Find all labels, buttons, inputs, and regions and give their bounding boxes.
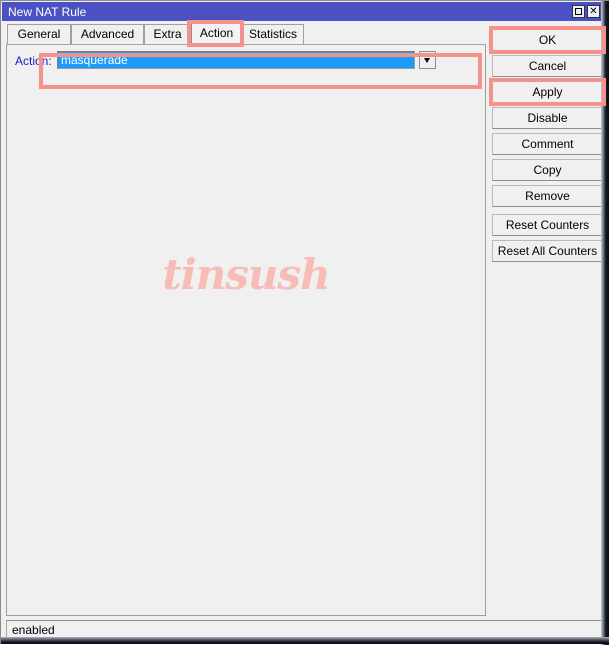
reset-counters-button[interactable]: Reset Counters [492,214,603,236]
ok-button[interactable]: OK [492,29,603,51]
tab-action[interactable]: Action [191,22,242,45]
remove-button[interactable]: Remove [492,185,603,207]
window-frame-bottom-edge [1,637,609,644]
tab-extra[interactable]: Extra [144,24,191,45]
chevron-down-icon [424,58,430,63]
cancel-button[interactable]: Cancel [492,55,603,77]
window-title: New NAT Rule [8,5,87,19]
status-text: enabled [12,623,55,637]
titlebar: New NAT Rule ✕ [2,2,603,21]
button-column: OK Cancel Apply Disable Comment Copy Rem… [492,29,603,266]
action-dropdown-button[interactable] [419,51,436,69]
disable-button[interactable]: Disable [492,107,603,129]
watermark: tinsush [162,250,330,299]
comment-button[interactable]: Comment [492,133,603,155]
chevron-down-icon-bar [424,55,431,57]
copy-button[interactable]: Copy [492,159,603,181]
nat-rule-window: New NAT Rule ✕ General Advanced Extra Ac… [0,0,609,645]
action-tab-panel: Action: masquerade tinsush [6,44,486,616]
tab-statistics[interactable]: Statistics [242,24,304,45]
apply-button[interactable]: Apply [492,81,603,103]
action-field-label: Action: [15,54,52,68]
window-frame-right-edge [601,1,609,645]
tab-advanced[interactable]: Advanced [71,24,144,45]
status-bar: enabled [6,620,603,638]
reset-all-counters-button[interactable]: Reset All Counters [492,240,603,262]
window-controls: ✕ [572,5,600,18]
maximize-icon [575,8,582,15]
action-input[interactable]: masquerade [57,51,415,69]
close-button[interactable]: ✕ [587,5,600,18]
maximize-button[interactable] [572,5,585,18]
close-icon: ✕ [589,6,598,17]
tab-general[interactable]: General [7,24,71,45]
